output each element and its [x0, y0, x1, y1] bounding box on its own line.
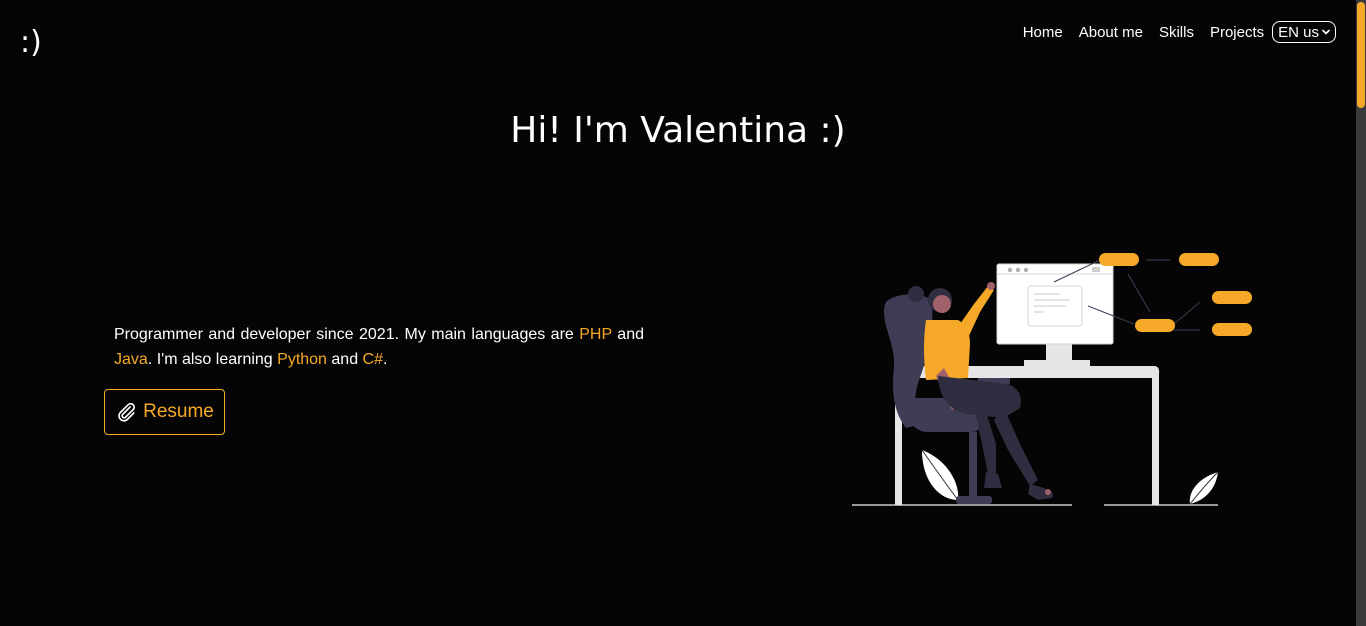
intro-text: Programmer and developer since 2021. My … [114, 322, 644, 372]
page: :) Home About me Skills Projects EN us H… [0, 0, 1366, 626]
page-scrollbar[interactable] [1356, 0, 1366, 626]
intro-text-part: . [383, 351, 388, 368]
intro-text-part: and [611, 326, 644, 343]
language-select[interactable]: EN us [1272, 21, 1336, 43]
nav-skills[interactable]: Skills [1159, 24, 1194, 41]
nav-about-me[interactable]: About me [1079, 24, 1143, 41]
paperclip-icon [118, 402, 136, 422]
language-selected-value: EN us [1278, 23, 1319, 41]
nav-home[interactable]: Home [1023, 24, 1063, 41]
hero-title: Hi! I'm Valentina :) [510, 110, 846, 151]
language-python: Python [277, 351, 327, 368]
intro-text-part: Programmer and developer since 2021. My … [114, 326, 580, 343]
resume-button[interactable]: Resume [104, 389, 225, 435]
intro-text-part: . I'm also learning [147, 351, 278, 368]
chevron-down-icon [1322, 29, 1330, 35]
main-nav: Home About me Skills Projects EN us [1023, 20, 1336, 44]
intro-text-part: and [326, 351, 363, 368]
language-java: Java [114, 351, 148, 368]
developer-at-desk-illustration [852, 253, 1252, 506]
language-csharp: C# [362, 351, 383, 368]
site-logo[interactable]: :) [20, 26, 42, 60]
resume-button-label: Resume [143, 401, 214, 422]
nav-projects[interactable]: Projects [1210, 24, 1264, 41]
language-php: PHP [579, 326, 612, 343]
scrollbar-thumb[interactable] [1357, 2, 1365, 108]
